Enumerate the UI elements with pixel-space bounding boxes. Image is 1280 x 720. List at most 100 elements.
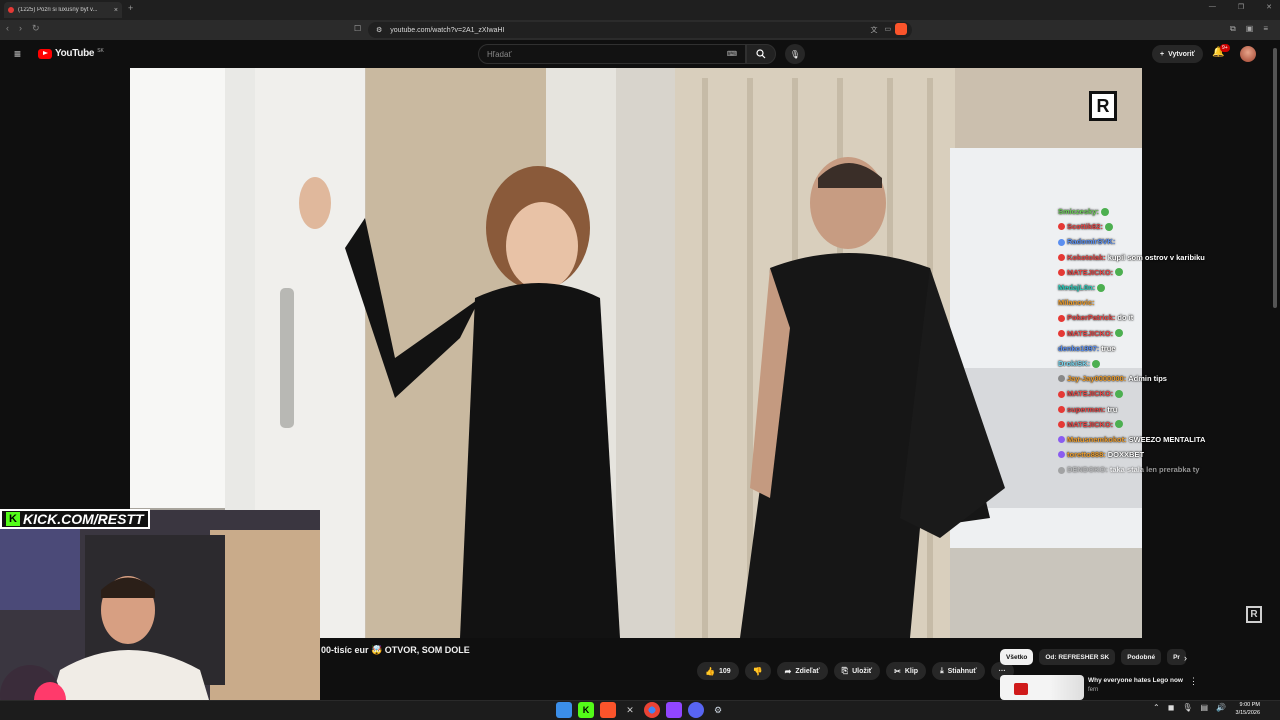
chrome-app-icon[interactable] — [644, 702, 660, 718]
network-icon[interactable]: ▤ — [1201, 703, 1209, 712]
search-icon — [756, 49, 766, 59]
chat-username: Matusnemkokot: — [1067, 435, 1127, 445]
minimize-button[interactable]: — — [1209, 3, 1216, 11]
maximize-button[interactable]: ❐ — [1238, 3, 1244, 11]
wallet-icon[interactable]: ▣ — [1246, 24, 1254, 34]
windows-start-icon[interactable] — [556, 702, 572, 718]
twitch-app-icon[interactable] — [666, 702, 682, 718]
chat-badge-icon — [1058, 238, 1065, 246]
channel-watermark-icon[interactable]: R — [1246, 606, 1262, 623]
chat-badge-icon — [1058, 268, 1065, 276]
filter-chip-all[interactable]: Všetko — [1000, 649, 1034, 665]
chat-badge-icon — [1058, 451, 1065, 459]
chat-username: PokerPatrick: — [1067, 313, 1116, 323]
reload-icon[interactable]: ↻ — [32, 23, 40, 34]
site-settings-icon[interactable]: ⚙ — [376, 26, 382, 34]
tab-close-icon[interactable]: × — [114, 7, 118, 14]
tray-app-icon[interactable]: ◼ — [1168, 703, 1175, 712]
system-clock[interactable]: 9:00 PM 3/15/2026 — [1228, 701, 1260, 717]
recommended-channel[interactable]: fern — [1088, 687, 1098, 693]
filter-chip-related[interactable]: Podobné — [1121, 649, 1162, 665]
download-button[interactable]: ⤓ Stiahnuť — [932, 662, 985, 680]
clip-button[interactable]: ✂ Klip — [886, 662, 927, 680]
filter-chip-channel[interactable]: Od: REFRESHER SK — [1039, 649, 1116, 665]
brave-shield-icon[interactable] — [895, 23, 907, 35]
chat-username: MATEJICKO: — [1067, 267, 1114, 277]
download-icon: ⤓ — [940, 666, 944, 675]
recommended-video[interactable]: Why everyone hates Lego now fern ⋮ — [1000, 675, 1270, 700]
bookmark-icon[interactable]: ☐ — [354, 24, 361, 33]
recommended-thumbnail[interactable] — [1000, 675, 1084, 700]
share-button[interactable]: ➦ Zdieľať — [776, 662, 828, 680]
search-input[interactable]: Hľadať ⌨ — [478, 44, 746, 64]
chevron-right-icon[interactable]: › — [1184, 653, 1187, 663]
voice-search-button[interactable]: 🎙 — [785, 44, 805, 64]
chat-emote-icon — [1115, 390, 1124, 399]
back-icon[interactable]: ‹ — [6, 23, 9, 34]
xbox-app-icon[interactable]: ✕ — [622, 702, 638, 718]
scrollbar-thumb[interactable] — [1273, 48, 1277, 308]
close-window-button[interactable]: ✕ — [1266, 3, 1272, 11]
url-field[interactable]: ⚙ youtube.com/watch?v=2A1_zXIwaHI 文 ▭ ↗ — [368, 22, 912, 38]
more-icon: ··· — [998, 667, 1006, 675]
forward-icon[interactable]: › — [19, 23, 22, 34]
video-title: 00-tisíc eur 🤯 OTVOR, SOM DOLE — [321, 645, 470, 655]
download-label: Stiahnuť — [947, 667, 977, 675]
chat-username: MedajL0n: — [1058, 283, 1096, 293]
save-button[interactable]: ⎘ Uložiť — [833, 662, 881, 680]
window-controls: — ❐ ✕ — [1209, 3, 1272, 11]
notifications-button[interactable]: 🔔 9+ — [1212, 44, 1230, 58]
chat-message: DENDOKO: taka stala len prerabka ty — [1058, 462, 1258, 477]
taskbar-apps: K ✕ ⚙ — [556, 702, 726, 718]
page-scrollbar[interactable] — [1270, 40, 1280, 700]
chat-message: Milanovic: — [1058, 295, 1258, 310]
logo-text: YouTube — [55, 48, 95, 59]
chat-message: MATEJICKO: — [1058, 265, 1258, 280]
create-button[interactable]: + Vytvoriť — [1152, 45, 1203, 63]
recommended-title[interactable]: Why everyone hates Lego now — [1088, 677, 1183, 684]
chat-message: Scottik62: — [1058, 219, 1258, 234]
brave-app-icon[interactable] — [600, 702, 616, 718]
new-tab-button[interactable]: + — [128, 3, 133, 13]
chat-badge-icon — [1058, 314, 1065, 322]
youtube-favicon-icon — [8, 7, 14, 13]
mic-tray-icon[interactable]: 🎙 — [1182, 703, 1192, 712]
avatar[interactable] — [1240, 46, 1256, 62]
keyboard-icon[interactable]: ⌨ — [727, 50, 737, 58]
translate-icon[interactable]: 文 — [871, 25, 878, 35]
extensions-icon[interactable]: ⧉ — [1230, 24, 1236, 34]
discord-app-icon[interactable] — [688, 702, 704, 718]
hamburger-menu-icon[interactable]: ≡ — [14, 47, 21, 61]
chat-username: Jay-Jay0000000: — [1067, 374, 1127, 384]
chat-badge-icon — [1058, 436, 1065, 444]
related-filter-chips: Všetko Od: REFRESHER SK Podobné Pr — [1000, 649, 1186, 665]
kick-url: KICK.COM/RESTT — [23, 511, 144, 527]
system-tray: ⌃ ◼ 🎙 ▤ 🔊 — [1153, 703, 1226, 712]
browser-tab[interactable]: (1225) Pozri si luxusný byt v... × — [4, 2, 122, 18]
tray-expand-icon[interactable]: ⌃ — [1153, 703, 1160, 712]
screenshot-icon[interactable]: ▭ — [885, 25, 892, 35]
chat-message: Smiczesky: — [1058, 204, 1258, 219]
kick-app-icon[interactable]: K — [578, 702, 594, 718]
chat-emote-icon — [1104, 222, 1113, 231]
plus-icon: + — [1160, 50, 1165, 58]
country-code: SK — [97, 47, 104, 54]
youtube-logo[interactable]: YouTube SK — [38, 48, 104, 59]
tab-title: (1225) Pozri si luxusný byt v... — [18, 7, 98, 13]
volume-icon[interactable]: 🔊 — [1216, 703, 1226, 712]
browser-menu-icon[interactable]: ≡ — [1263, 24, 1268, 34]
steam-app-icon[interactable]: ⚙ — [710, 702, 726, 718]
chat-text: kupil som ostrov v karibiku — [1107, 252, 1205, 262]
thumbs-down-icon: 👎 — [752, 666, 763, 676]
chat-emote-icon — [1100, 207, 1109, 216]
chat-message: MATEJICKO: — [1058, 386, 1258, 401]
like-button[interactable]: 👍 109 — [697, 662, 739, 680]
search-button[interactable] — [746, 44, 776, 64]
search-placeholder: Hľadať — [487, 49, 512, 59]
chat-message: RadomirSVK: — [1058, 234, 1258, 249]
dislike-button[interactable]: 👎 — [744, 662, 771, 680]
chat-message: MATEJICKO: — [1058, 417, 1258, 432]
chat-text: taka stala len prerabka ty — [1109, 465, 1200, 475]
chat-emote-icon — [1115, 329, 1124, 338]
recommended-menu-icon[interactable]: ⋮ — [1189, 676, 1198, 687]
